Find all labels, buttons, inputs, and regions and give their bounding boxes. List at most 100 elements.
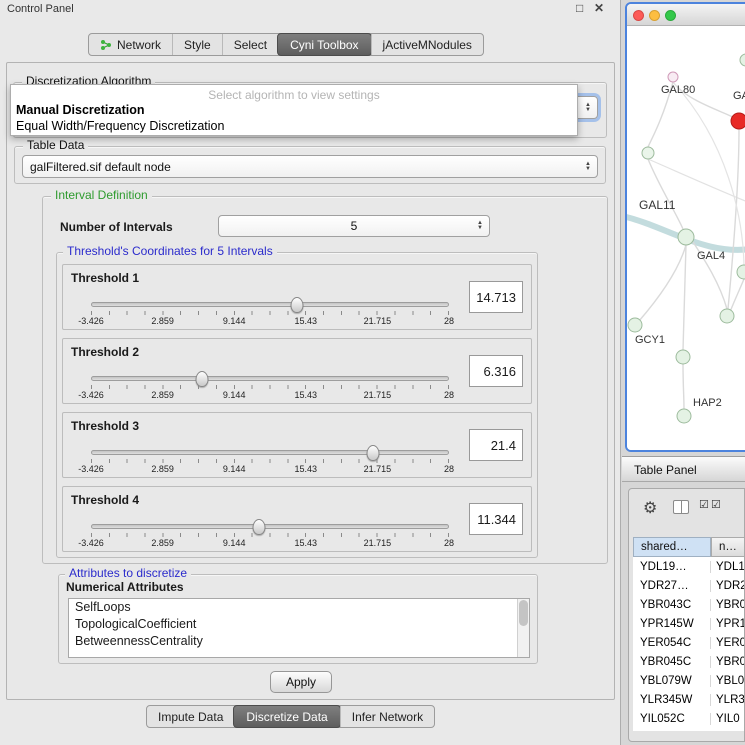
node-label-hap2: HAP2 <box>693 397 722 409</box>
tab-jactivemnodules[interactable]: jActiveMNodules <box>371 34 483 55</box>
network-node[interactable] <box>676 350 690 364</box>
tab-label: Infer Network <box>352 710 423 724</box>
table-panel-title: Table Panel <box>634 463 697 477</box>
num-intervals-value: 5 <box>351 219 358 233</box>
network-icon <box>100 39 112 51</box>
network-view-window[interactable]: GAL80 GA GAL11 GAL4 GCY1 HAP2 <box>625 2 745 452</box>
tick-label: 9.144 <box>223 316 246 326</box>
top-tab-bar: Network Style Select Cyni Toolbox jActiv… <box>88 33 484 56</box>
tick-label: -3.426 <box>78 316 104 326</box>
network-node[interactable] <box>678 229 694 245</box>
tab-label: jActiveMNodules <box>383 38 472 52</box>
table-row[interactable]: YDR27… YDR2 <box>633 576 745 595</box>
cell: YBL079W <box>633 675 711 687</box>
network-node[interactable] <box>740 54 745 66</box>
tab-label: Network <box>117 38 161 52</box>
column-header-name[interactable]: n… <box>711 537 745 557</box>
table-row[interactable]: YBR043C YBR0 <box>633 595 745 614</box>
threshold-value-field[interactable]: 14.713 <box>469 281 523 313</box>
minimize-icon[interactable]: □ <box>576 1 583 15</box>
gear-icon[interactable]: ⚙ <box>643 498 657 518</box>
slider-ticks <box>91 311 449 315</box>
network-window-titlebar[interactable] <box>627 4 745 26</box>
node-label-gcy1: GCY1 <box>635 334 665 346</box>
numerical-attributes-label: Numerical Attributes <box>66 580 184 594</box>
list-scrollbar[interactable] <box>517 599 529 657</box>
cell: YPR1 <box>711 618 745 630</box>
thresholds-group-title: Threshold's Coordinates for 5 Intervals <box>63 244 277 258</box>
select-checkbox-icon[interactable]: ☑ <box>699 498 709 511</box>
slider-ticks <box>91 459 449 463</box>
tab-select[interactable]: Select <box>222 34 278 55</box>
node-label-gal4: GAL4 <box>697 250 725 262</box>
zoom-traffic-light[interactable] <box>665 10 676 21</box>
list-item[interactable]: BetweennessCentrality <box>69 633 529 650</box>
threshold-slider[interactable] <box>91 450 449 455</box>
threshold-slider[interactable] <box>91 302 449 307</box>
network-node[interactable] <box>668 72 678 82</box>
tab-cyni-toolbox[interactable]: Cyni Toolbox <box>277 33 371 56</box>
threshold-value-field[interactable]: 6.316 <box>469 355 523 387</box>
close-icon[interactable]: ✕ <box>594 1 604 15</box>
network-node[interactable] <box>720 309 734 323</box>
table-row[interactable]: YBR045C YBR0 <box>633 652 745 671</box>
threshold-slider[interactable] <box>91 524 449 529</box>
threshold-slider[interactable] <box>91 376 449 381</box>
num-intervals-combobox[interactable]: 5 ▲ ▼ <box>218 215 490 237</box>
attributes-list[interactable]: SelfLoops TopologicalCoefficient Between… <box>68 598 530 658</box>
column-header-shared-name[interactable]: shared… <box>633 537 711 557</box>
tick-label: 15.43 <box>295 390 318 400</box>
table-row[interactable]: YLR345W YLR3 <box>633 690 745 709</box>
tab-discretize-data[interactable]: Discretize Data <box>233 705 340 728</box>
network-node[interactable] <box>737 265 745 279</box>
table-toolbar: ⚙ ☑ ☑ <box>629 489 744 535</box>
cell: YLR345W <box>633 694 711 706</box>
table-row[interactable]: YPR145W YPR1 <box>633 614 745 633</box>
threshold-panel-1: Threshold 1 -3.426 2.859 9.144 15.43 21.… <box>62 264 532 330</box>
threshold-value-field[interactable]: 11.344 <box>469 503 523 535</box>
select-all-checkbox-icon[interactable]: ☑ <box>711 498 721 511</box>
attributes-group-title: Attributes to discretize <box>65 566 191 580</box>
network-node[interactable] <box>628 318 642 332</box>
table-data-value: galFiltered.sif default node <box>30 160 171 174</box>
tab-label: Style <box>184 38 211 52</box>
minimize-traffic-light[interactable] <box>649 10 660 21</box>
network-node-selected[interactable] <box>731 113 745 129</box>
tick-label: 9.144 <box>223 464 246 474</box>
tab-network[interactable]: Network <box>89 34 172 55</box>
titlebar[interactable]: Control Panel □ ✕ <box>0 0 620 18</box>
dropdown-option-equal-width[interactable]: Equal Width/Frequency Discretization <box>16 119 224 133</box>
table-data-combobox[interactable]: galFiltered.sif default node ▲ ▼ <box>22 155 598 178</box>
cell: YPR145W <box>633 618 711 630</box>
tab-label: Impute Data <box>158 710 223 724</box>
network-canvas[interactable]: GAL80 GA GAL11 GAL4 GCY1 HAP2 <box>627 26 745 450</box>
dropdown-option-manual[interactable]: Manual Discretization <box>16 103 145 117</box>
slider-tick-labels: -3.426 2.859 9.144 15.43 21.715 28 <box>91 316 449 327</box>
tick-label: -3.426 <box>78 390 104 400</box>
tick-label: 2.859 <box>151 316 174 326</box>
list-item[interactable]: TopologicalCoefficient <box>69 616 529 633</box>
tab-style[interactable]: Style <box>172 34 222 55</box>
stepper-icon: ▲ ▼ <box>585 103 591 113</box>
tick-label: 21.715 <box>364 316 392 326</box>
cell: YDL19… <box>633 561 711 573</box>
table-panel-header[interactable]: Table Panel <box>622 456 745 482</box>
table-row[interactable]: YBL079W YBL0 <box>633 671 745 690</box>
network-node[interactable] <box>642 147 654 159</box>
close-traffic-light[interactable] <box>633 10 644 21</box>
tab-impute-data[interactable]: Impute Data <box>147 706 234 727</box>
threshold-value-field[interactable]: 21.4 <box>469 429 523 461</box>
list-item[interactable]: SelfLoops <box>69 599 529 616</box>
table-row[interactable]: YER054C YER0 <box>633 633 745 652</box>
columns-icon[interactable] <box>673 500 689 514</box>
table-row[interactable]: YDL19… YDL1 <box>633 557 745 576</box>
network-node[interactable] <box>677 409 691 423</box>
tab-infer-network[interactable]: Infer Network <box>340 706 434 727</box>
table-row[interactable]: YIL052C YIL0 <box>633 709 745 728</box>
tick-label: 2.859 <box>151 390 174 400</box>
table-panel-window: ⚙ ☑ ☑ shared… n… YDL19… YDL1 YDR27… YDR2… <box>628 488 745 742</box>
scrollbar-thumb[interactable] <box>519 600 528 626</box>
apply-button[interactable]: Apply <box>270 671 332 693</box>
control-panel-window: Control Panel □ ✕ Network Style Select C… <box>0 0 621 745</box>
cell: YDL1 <box>711 561 745 573</box>
